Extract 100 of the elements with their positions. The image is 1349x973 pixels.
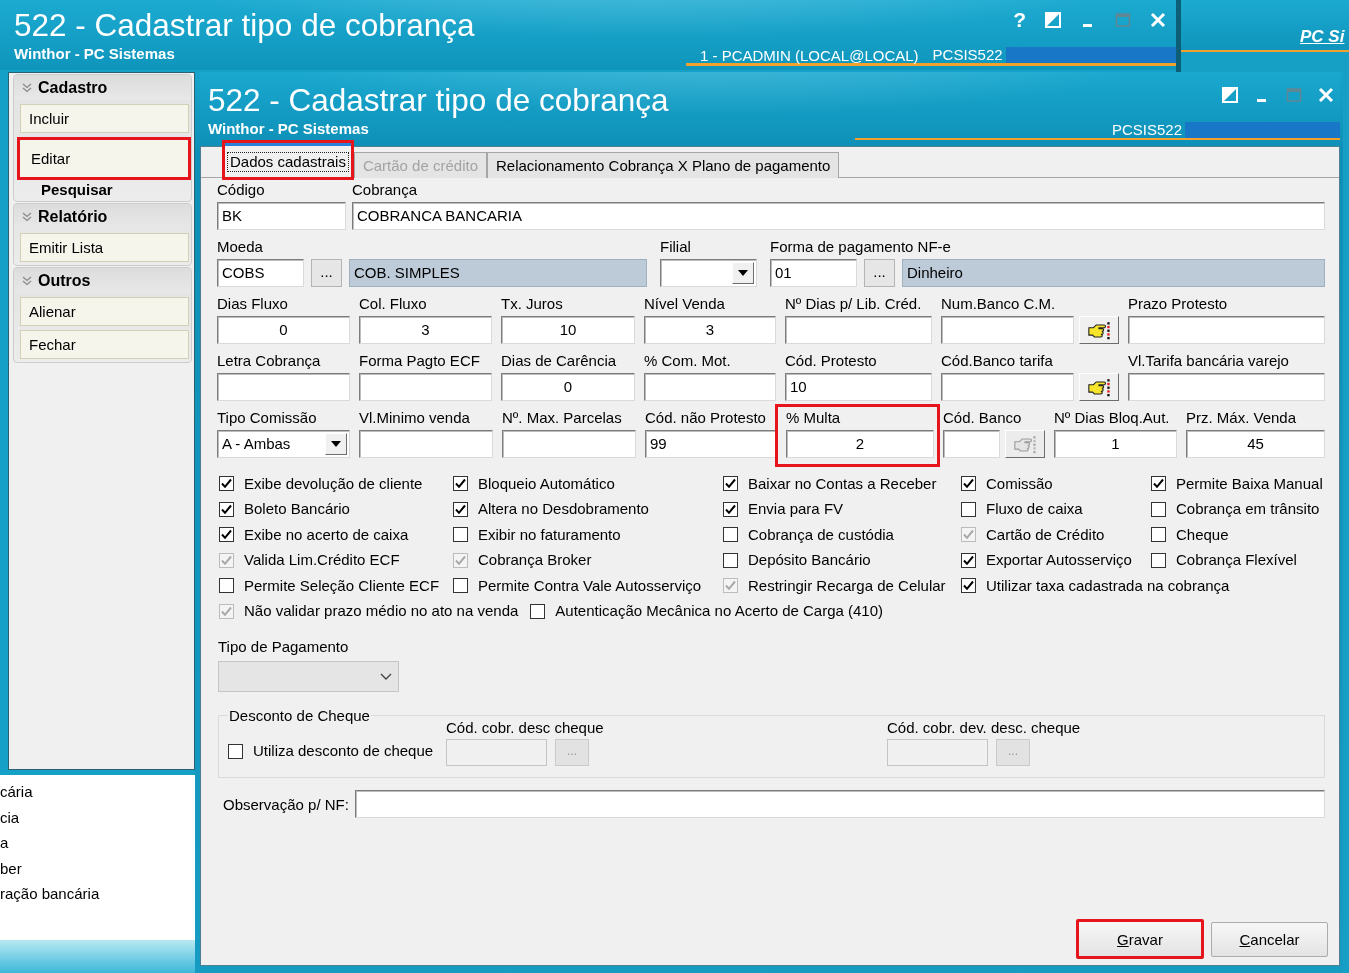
checkbox[interactable] bbox=[453, 527, 468, 543]
field-label: Moeda bbox=[217, 238, 263, 256]
field-label: Nº. Max. Parcelas bbox=[502, 409, 622, 427]
caret-down-icon bbox=[331, 441, 341, 447]
sidebar-item[interactable]: Incluir bbox=[20, 104, 189, 133]
checkbox-label: Comissão bbox=[986, 474, 1053, 493]
check-icon bbox=[725, 478, 736, 490]
checkbox[interactable] bbox=[961, 552, 976, 568]
text-field[interactable] bbox=[941, 316, 1074, 344]
text-field[interactable] bbox=[359, 373, 492, 401]
field-label: Col. Fluxo bbox=[359, 295, 427, 313]
checkbox-label: Cartão de Crédito bbox=[986, 525, 1105, 544]
section-header[interactable]: Cadastro bbox=[14, 75, 191, 100]
checkbox[interactable] bbox=[453, 501, 468, 517]
dialog-button[interactable]: Cancelar bbox=[1211, 921, 1328, 957]
checkbox[interactable] bbox=[961, 501, 976, 517]
checkbox[interactable] bbox=[723, 527, 738, 543]
number-field[interactable]: 0 bbox=[217, 316, 350, 344]
text-field[interactable] bbox=[644, 373, 776, 401]
text-field[interactable] bbox=[941, 373, 1074, 401]
check-icon bbox=[221, 605, 232, 617]
number-field[interactable]: 0 bbox=[501, 373, 635, 401]
field-label: Forma Pagto ECF bbox=[359, 352, 480, 370]
number-field[interactable]: 3 bbox=[359, 316, 492, 344]
number-field[interactable]: 2 bbox=[786, 430, 934, 458]
check-icon bbox=[455, 478, 466, 490]
sidebar-item[interactable]: Alienar bbox=[20, 297, 189, 326]
ellipsis-button[interactable]: ... bbox=[864, 259, 895, 287]
checkbox[interactable] bbox=[1151, 552, 1166, 568]
text-field[interactable] bbox=[785, 316, 932, 344]
checkbox[interactable] bbox=[530, 603, 546, 619]
lookup-button[interactable] bbox=[1079, 373, 1119, 401]
text-field[interactable] bbox=[1128, 373, 1325, 401]
checkbox[interactable] bbox=[961, 476, 976, 492]
dropdown[interactable] bbox=[660, 259, 757, 287]
checkbox[interactable] bbox=[219, 527, 234, 543]
text-field[interactable]: 10 bbox=[785, 373, 932, 401]
group-title: Desconto de Cheque bbox=[228, 707, 371, 724]
checkbox[interactable] bbox=[453, 578, 468, 594]
checkbox-label: Restringir Recarga de Celular bbox=[748, 576, 946, 595]
text-field[interactable] bbox=[354, 790, 1325, 818]
session-info: 1 - PCADMIN (LOCAL@LOCAL) bbox=[700, 46, 919, 64]
sidebar-item[interactable]: Fechar bbox=[20, 330, 189, 359]
checkbox[interactable] bbox=[453, 476, 468, 492]
checkbox[interactable] bbox=[1151, 527, 1166, 543]
sidebar-item[interactable]: Editar bbox=[17, 137, 191, 180]
check-icon bbox=[963, 554, 974, 566]
lookup-button[interactable] bbox=[1079, 316, 1119, 344]
checkbox[interactable] bbox=[723, 552, 738, 568]
dialog-button[interactable]: Gravar bbox=[1076, 919, 1204, 959]
checkbox-label: Cobrança Broker bbox=[478, 551, 592, 570]
text-field[interactable]: BK bbox=[217, 202, 346, 230]
description-field: Dinheiro bbox=[902, 259, 1325, 287]
number-field[interactable]: 3 bbox=[644, 316, 776, 344]
check-icon bbox=[221, 478, 232, 490]
number-field[interactable]: 10 bbox=[501, 316, 635, 344]
text-field[interactable]: 01 bbox=[770, 259, 857, 287]
text-field[interactable] bbox=[943, 430, 1000, 458]
restore-icon[interactable] bbox=[1045, 12, 1061, 28]
text-field[interactable]: COBRANCA BANCARIA bbox=[352, 202, 1325, 230]
list-item[interactable]: cia bbox=[0, 804, 20, 830]
list-item[interactable]: ber bbox=[0, 855, 22, 881]
checkbox[interactable] bbox=[723, 476, 738, 492]
text-field[interactable] bbox=[359, 430, 493, 458]
dropdown[interactable]: A - Ambas bbox=[217, 430, 350, 458]
checkbox-label: Depósito Bancário bbox=[748, 551, 871, 570]
checkbox[interactable] bbox=[1151, 501, 1166, 517]
list-item[interactable]: ração bancária bbox=[0, 881, 100, 907]
checkbox[interactable] bbox=[219, 578, 234, 594]
sidebar-item[interactable]: Pesquisar bbox=[20, 180, 189, 198]
list-item[interactable]: cária bbox=[0, 779, 33, 805]
text-field[interactable]: COBS bbox=[217, 259, 304, 287]
tab[interactable]: Relacionamento Cobrança X Plano de pagamento bbox=[487, 152, 840, 178]
text-field[interactable] bbox=[502, 430, 636, 458]
close-icon[interactable] bbox=[1150, 12, 1166, 28]
close-icon[interactable] bbox=[1318, 87, 1334, 103]
field-label: % Multa bbox=[786, 409, 841, 427]
check-icon bbox=[963, 580, 974, 592]
check-icon bbox=[725, 503, 736, 515]
sidebar-item[interactable]: Emitir Lista bbox=[20, 233, 189, 262]
checkbox[interactable] bbox=[219, 476, 234, 492]
list-item[interactable]: a bbox=[0, 830, 9, 856]
number-field[interactable]: 1 bbox=[1054, 430, 1177, 458]
checkbox[interactable] bbox=[228, 743, 243, 759]
number-field[interactable]: 45 bbox=[1186, 430, 1325, 458]
tab[interactable]: Dados cadastrais bbox=[222, 140, 354, 180]
field-label: Cód.Banco tarifa bbox=[941, 352, 1053, 370]
pointing-hand-icon bbox=[1087, 320, 1111, 340]
text-field[interactable] bbox=[1128, 316, 1325, 344]
text-field[interactable]: 99 bbox=[645, 430, 777, 458]
checkbox[interactable] bbox=[219, 501, 234, 517]
checkbox[interactable] bbox=[961, 578, 976, 594]
double-chevron-icon bbox=[22, 211, 32, 222]
checkbox[interactable] bbox=[723, 501, 738, 517]
program-code: PCSIS522 bbox=[932, 47, 1003, 63]
pointing-hand-icon bbox=[1087, 377, 1111, 397]
checkbox[interactable] bbox=[1151, 476, 1166, 492]
restore-icon[interactable] bbox=[1222, 87, 1238, 103]
text-field[interactable] bbox=[217, 373, 350, 401]
ellipsis-button[interactable]: ... bbox=[311, 259, 342, 287]
